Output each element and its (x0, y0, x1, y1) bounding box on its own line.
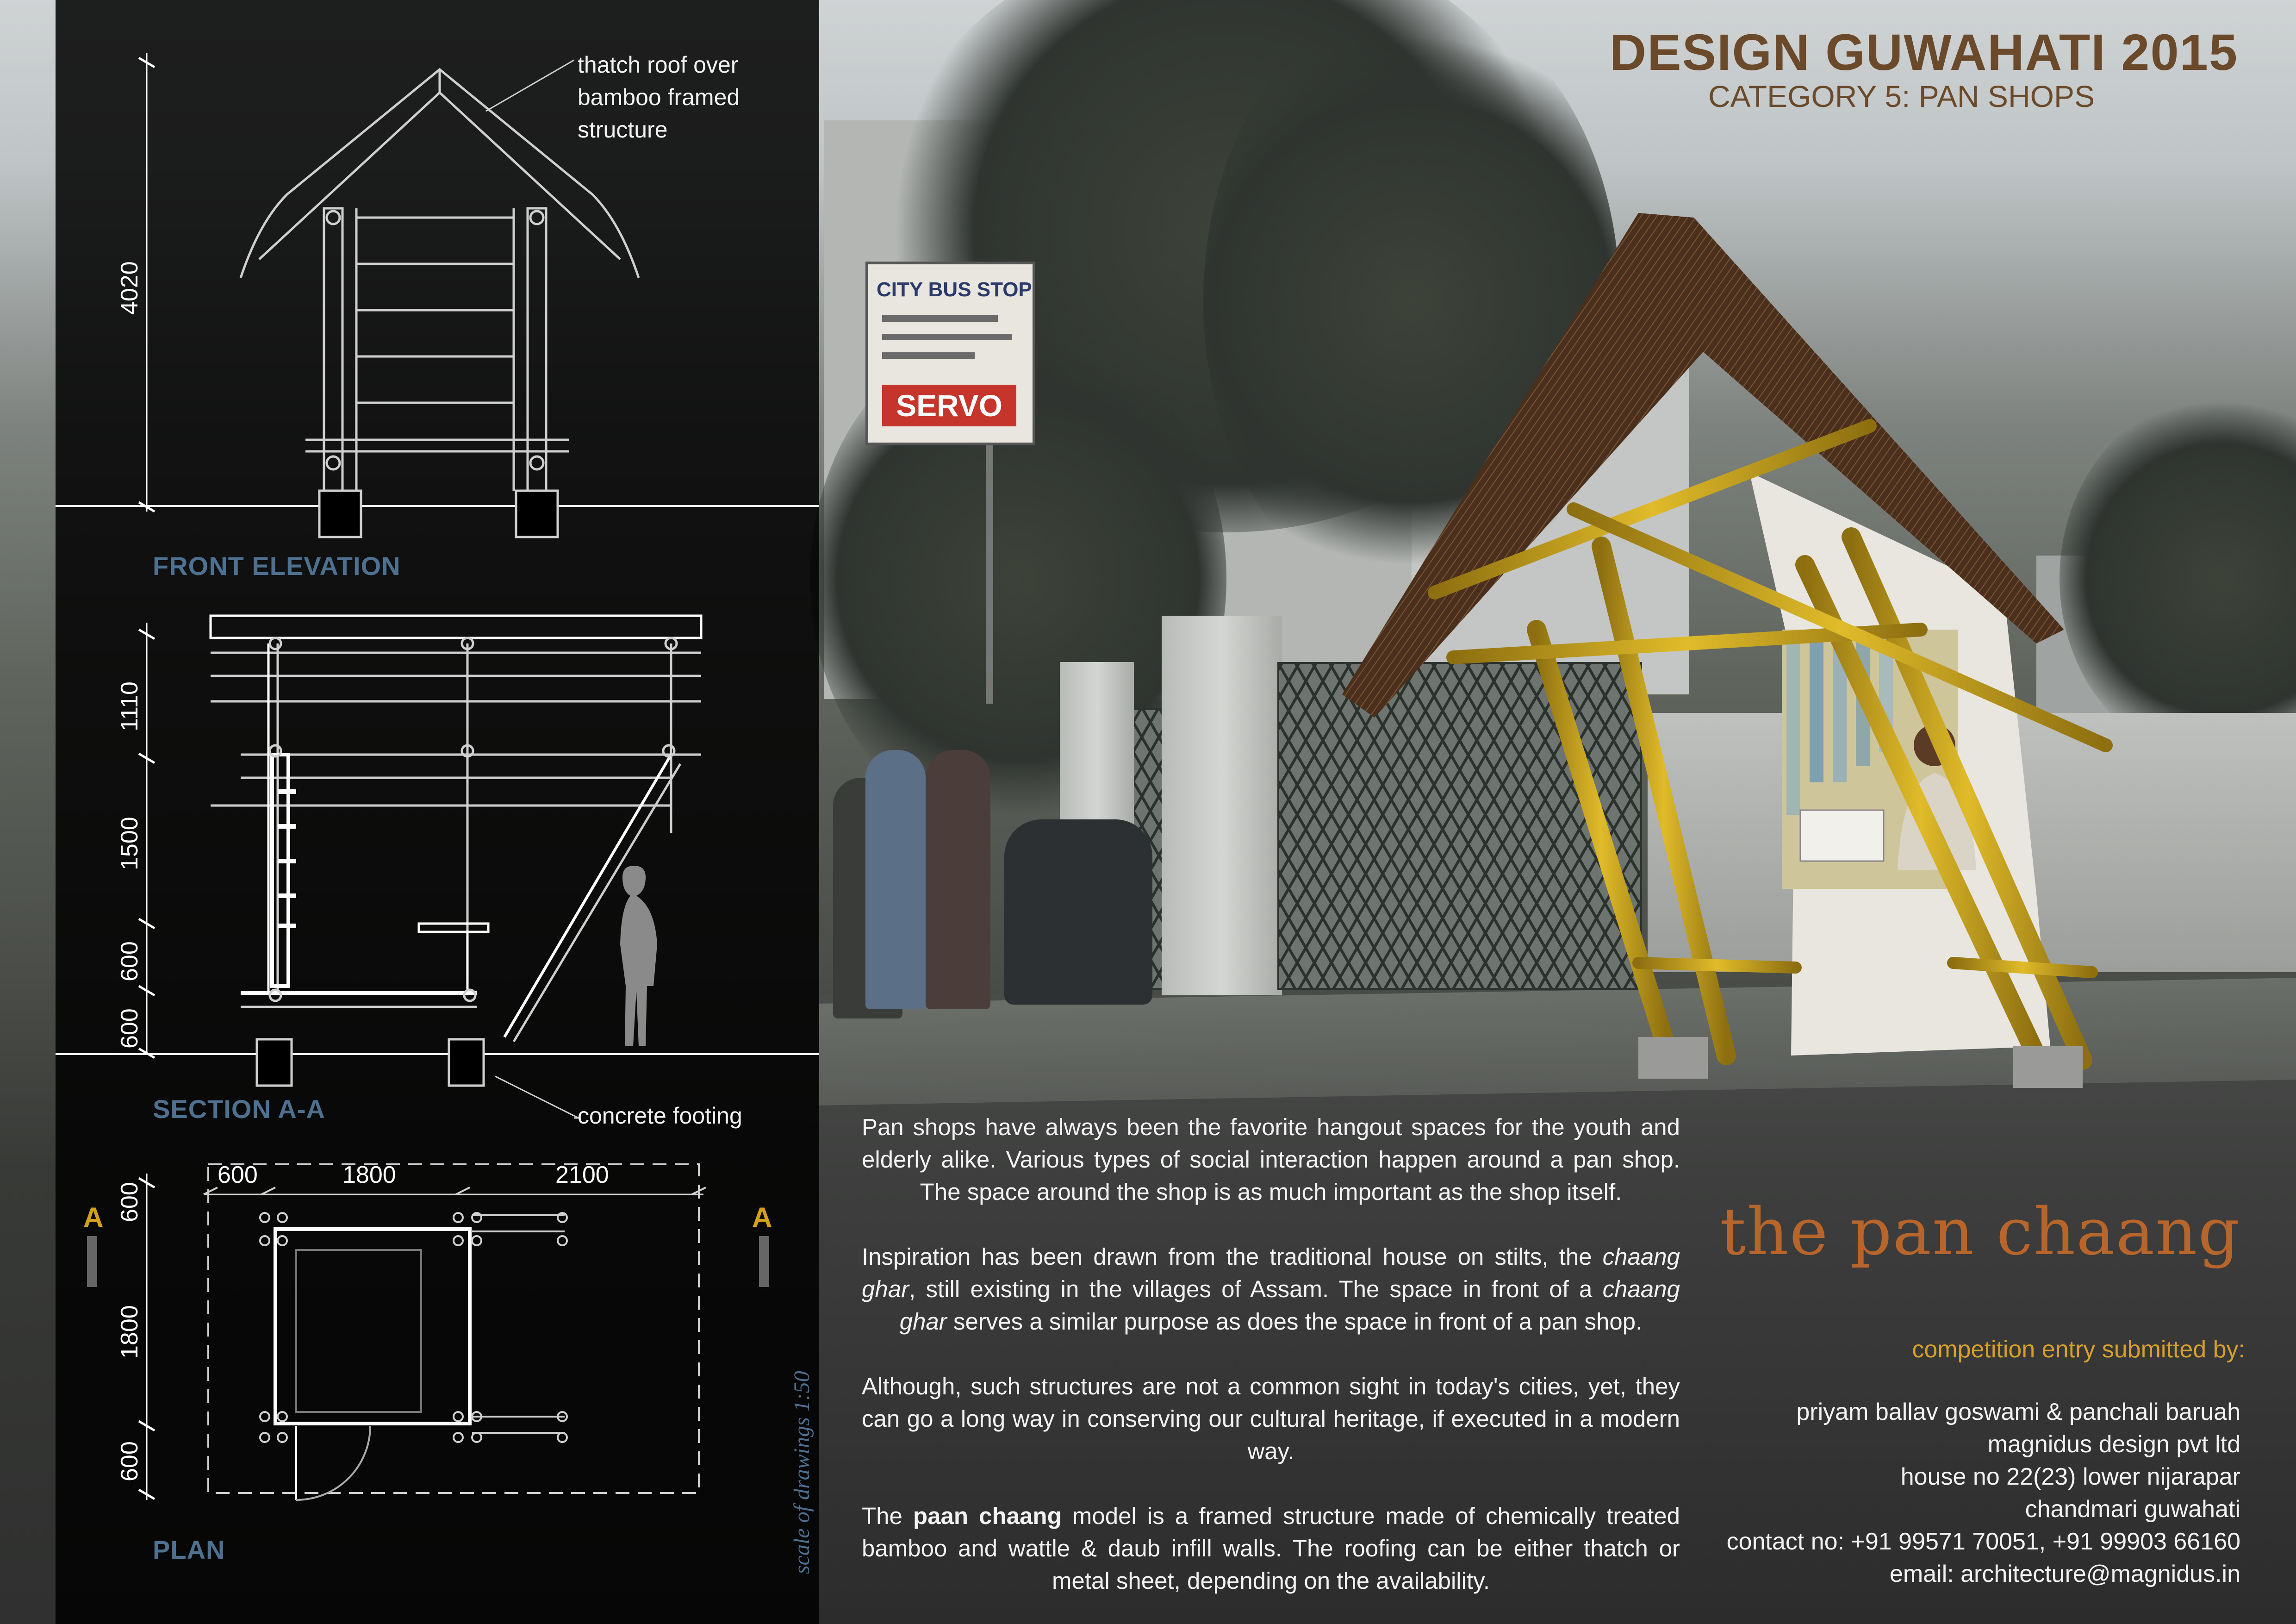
contact-line: priyam ballav goswami & panchali baruah (1796, 1399, 2240, 1425)
contact-line: magnidus design pvt ltd (1987, 1431, 2240, 1458)
contact-line: email: architecture@magnidus.in (1889, 1561, 2240, 1587)
dim-elevation-height: 4020 (116, 261, 143, 315)
person-silhouette (926, 750, 990, 1009)
dim-plan-top: 600 (218, 1162, 258, 1188)
dim-section: 1110 (116, 681, 143, 731)
technical-drawings (56, 53, 819, 1501)
poster-title: DESIGN GUWAHATI 2015 (1609, 24, 2238, 81)
front-elevation-label: FRONT ELEVATION (153, 551, 401, 581)
section-label: SECTION A-A (153, 1094, 325, 1124)
text-run-bold: paan chaang (913, 1503, 1062, 1529)
dim-plan-side: 1800 (116, 1305, 143, 1359)
poster-subtitle: CATEGORY 5: PAN SHOPS (1708, 79, 2095, 113)
description-paragraph: The paan chaang model is a framed struct… (862, 1500, 1680, 1597)
description-paragraph: Pan shops have always been the favorite … (862, 1114, 1680, 1205)
roof-note-line: thatch roof over (578, 52, 739, 78)
dim-section: 1500 (116, 817, 143, 870)
dim-plan-top: 1800 (342, 1162, 396, 1188)
section-mark-right: A (752, 1202, 772, 1233)
concrete-footing (2013, 1046, 2083, 1088)
contact-line: contact no: +91 99571 70051, +91 99903 6… (1726, 1528, 2240, 1555)
sign-pole (986, 444, 993, 704)
dim-section: 600 (116, 941, 143, 981)
person-silhouette (1004, 819, 1152, 1005)
project-name: the pan chaang (1720, 1194, 2240, 1270)
contact-line: chandmari guwahati (2025, 1496, 2240, 1523)
text-run: , still existing in the villages of Assa… (909, 1276, 1603, 1302)
plan-label: PLAN (153, 1535, 225, 1564)
poster: CITY BUS STOP SERVO FRONT ELEVATION that… (0, 0, 2296, 1624)
bus-stop-sign: CITY BUS STOP SERVO (865, 262, 1035, 445)
roof-note-line: structure (578, 117, 668, 143)
roof-note-line: bamboo framed (578, 84, 740, 110)
pan-kiosk-render (1342, 213, 2113, 1088)
person-silhouette (865, 750, 926, 1009)
section-mark-left: A (83, 1202, 104, 1233)
dim-plan-top: 2100 (555, 1162, 609, 1188)
submission-label: competition entry submitted by: (1912, 1336, 2245, 1363)
description: Pan shops have always been the favorite … (862, 1111, 1680, 1597)
contact-line: house no 22(23) lower nijarapar (1900, 1463, 2240, 1490)
concrete-footing (1638, 1037, 1708, 1079)
scale-note: scale of drawings 1:50 (790, 1371, 814, 1574)
description-paragraph: Although, such structures are not a comm… (862, 1373, 1680, 1464)
sign-text-line (882, 315, 998, 322)
contact-block: priyam ballav goswami & panchali baruah … (1727, 1396, 2240, 1590)
sign-text: CITY BUS STOP (877, 278, 1032, 301)
text-run: serves a similar purpose as does the spa… (946, 1308, 1643, 1335)
dim-plan-side: 600 (116, 1441, 143, 1481)
gate-pillar (1162, 616, 1282, 995)
footing-note: concrete footing (578, 1103, 742, 1129)
roof-note: thatch roof over bamboo framed structure (578, 49, 740, 146)
human-scale-figure (620, 866, 657, 1046)
dim-section: 600 (116, 1008, 143, 1049)
display-case (1799, 809, 1885, 862)
sign-brand-text: SERVO (882, 385, 1016, 426)
plan-drawing (87, 1163, 769, 1501)
dim-plan-side: 600 (116, 1182, 143, 1222)
sign-text-line (882, 352, 975, 359)
description-paragraph: Inspiration has been drawn from the trad… (862, 1241, 1680, 1338)
text-run: Inspiration has been drawn from the trad… (862, 1243, 1603, 1270)
text-run: The (862, 1503, 914, 1529)
sign-text-line (882, 334, 1012, 340)
